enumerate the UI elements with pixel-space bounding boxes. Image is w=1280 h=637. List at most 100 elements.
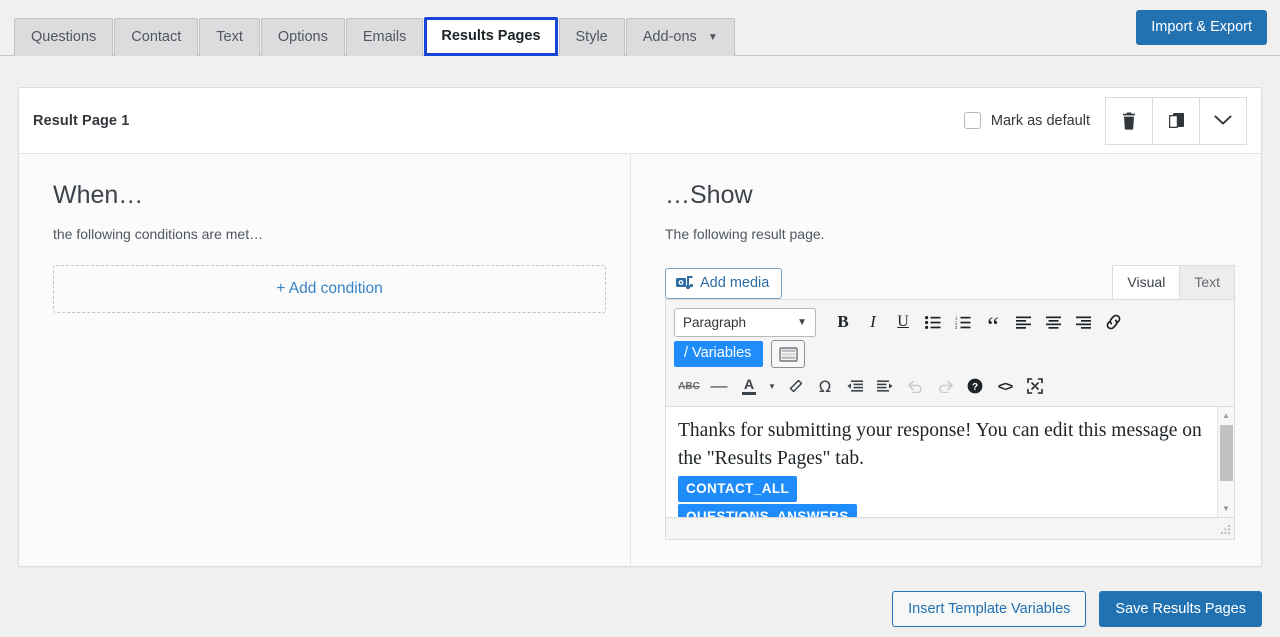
scrollbar-thumb[interactable] [1220, 425, 1233, 481]
variable-tag[interactable]: QUESTIONS_ANSWERS [678, 504, 857, 517]
tab-label: Results Pages [441, 28, 540, 44]
tab-style[interactable]: Style [559, 18, 625, 57]
help-icon: ? [967, 378, 983, 394]
trash-icon [1121, 112, 1137, 130]
italic-button[interactable]: I [858, 308, 888, 336]
underline-icon: U [897, 313, 909, 331]
import-export-button[interactable]: Import & Export [1136, 10, 1267, 45]
align-left-button[interactable] [1008, 308, 1038, 336]
editor-top-bar: Add media Visual Text [665, 265, 1235, 299]
editor-content-area[interactable]: Thanks for submitting your response! You… [666, 407, 1234, 517]
undo-icon [907, 379, 924, 393]
editor-toolbar-row-1: Paragraph ▼ B I U [672, 306, 1228, 338]
editor-variable-line-2: QUESTIONS_ANSWERS [678, 502, 1205, 517]
rich-text-editor: Paragraph ▼ B I U [665, 299, 1235, 540]
align-center-icon [1046, 316, 1061, 329]
result-page-card: Result Page 1 Mark as default [18, 87, 1262, 567]
checkbox-box[interactable] [964, 112, 981, 129]
scrollbar-track[interactable] [1218, 424, 1234, 500]
tab-label: Contact [131, 29, 181, 45]
align-center-button[interactable] [1038, 308, 1068, 336]
tab-text[interactable]: Text [199, 18, 260, 57]
text-color-dropdown-button[interactable]: ▾ [764, 372, 780, 400]
mark-as-default-checkbox[interactable]: Mark as default [964, 112, 1090, 129]
insert-template-variables-button[interactable]: Insert Template Variables [892, 591, 1086, 628]
tab-label: Questions [31, 29, 96, 45]
insert-link-button[interactable] [1098, 308, 1128, 336]
clear-formatting-button[interactable] [780, 372, 810, 400]
undo-button[interactable] [900, 372, 930, 400]
blockquote-button[interactable]: “ [978, 308, 1008, 336]
svg-text:3: 3 [955, 325, 958, 329]
variable-tag[interactable]: CONTACT_ALL [678, 476, 797, 503]
redo-icon [937, 379, 954, 393]
result-page-header: Result Page 1 Mark as default [19, 88, 1261, 154]
text-color-button[interactable]: A [734, 372, 764, 400]
scroll-up-arrow-icon[interactable]: ▲ [1218, 407, 1235, 424]
format-select[interactable]: Paragraph ▼ [674, 308, 816, 337]
duplicate-result-page-button[interactable] [1152, 97, 1200, 145]
format-select-value: Paragraph [683, 315, 746, 330]
variables-button[interactable]: / Variables [674, 341, 763, 367]
variables-button-label: / Variables [684, 345, 751, 361]
bulleted-list-button[interactable] [918, 308, 948, 336]
text-color-swatch [742, 392, 756, 395]
tab-add-ons[interactable]: Add-ons ▼ [626, 18, 735, 57]
editor-mode-tabs: Visual Text [1113, 265, 1235, 299]
resize-handle-icon[interactable] [1219, 525, 1231, 537]
when-title: When… [53, 180, 606, 210]
tab-contact[interactable]: Contact [114, 18, 198, 57]
tab-emails[interactable]: Emails [346, 18, 424, 57]
source-code-button[interactable]: <> [990, 372, 1020, 400]
underline-button[interactable]: U [888, 308, 918, 336]
horizontal-rule-button[interactable]: — [704, 372, 734, 400]
increase-indent-icon [877, 380, 893, 393]
tab-visual-editor[interactable]: Visual [1112, 265, 1180, 299]
scroll-down-arrow-icon[interactable]: ▼ [1218, 500, 1235, 517]
tab-label: Emails [363, 29, 407, 45]
text-color-icon: A [744, 377, 754, 391]
svg-text:?: ? [972, 382, 978, 393]
tab-text-editor[interactable]: Text [1179, 265, 1235, 299]
bold-icon: B [837, 312, 848, 332]
save-results-pages-button[interactable]: Save Results Pages [1099, 591, 1262, 628]
editor-variable-line-1: CONTACT_ALL [678, 474, 1205, 503]
result-page-body: When… the following conditions are met… … [19, 154, 1261, 566]
keyboard-shortcuts-button[interactable]: ? [960, 372, 990, 400]
editor-status-bar [666, 517, 1234, 539]
primary-tab-bar: Questions Contact Text Options Emails Re… [0, 0, 1280, 56]
chevron-down-icon: ▼ [708, 33, 718, 43]
strikethrough-button[interactable]: ABC [674, 372, 704, 400]
fullscreen-button[interactable] [1020, 372, 1050, 400]
when-pane: When… the following conditions are met… … [19, 154, 631, 566]
editor-toolbar: Paragraph ▼ B I U [666, 300, 1234, 407]
tab-label: Add-ons [643, 29, 697, 45]
mark-as-default-label: Mark as default [991, 113, 1090, 129]
editor-toolbar-row-variables: / Variables [672, 338, 1228, 370]
insert-table-button[interactable] [771, 340, 805, 368]
decrease-indent-icon [847, 380, 863, 393]
tab-label: Options [278, 29, 328, 45]
add-media-label: Add media [700, 276, 769, 291]
tab-options[interactable]: Options [261, 18, 345, 57]
save-results-pages-label: Save Results Pages [1115, 601, 1246, 617]
increase-indent-button[interactable] [870, 372, 900, 400]
bold-button[interactable]: B [828, 308, 858, 336]
add-condition-button[interactable]: + Add condition [53, 265, 606, 313]
tab-label: Visual [1127, 274, 1165, 290]
collapse-result-page-button[interactable] [1199, 97, 1247, 145]
align-right-button[interactable] [1068, 308, 1098, 336]
delete-result-page-button[interactable] [1105, 97, 1153, 145]
numbered-list-button[interactable]: 1 2 3 [948, 308, 978, 336]
editor-body[interactable]: Thanks for submitting your response! You… [666, 407, 1217, 517]
tab-label: Text [216, 29, 243, 45]
redo-button[interactable] [930, 372, 960, 400]
special-character-button[interactable]: Ω [810, 372, 840, 400]
add-media-button[interactable]: Add media [665, 268, 782, 299]
editor-paragraph: Thanks for submitting your response! You… [678, 417, 1205, 474]
tab-results-pages[interactable]: Results Pages [424, 17, 557, 57]
editor-scrollbar[interactable]: ▲ ▼ [1217, 407, 1234, 517]
tab-questions[interactable]: Questions [14, 18, 113, 57]
decrease-indent-button[interactable] [840, 372, 870, 400]
insert-template-variables-label: Insert Template Variables [908, 601, 1070, 617]
